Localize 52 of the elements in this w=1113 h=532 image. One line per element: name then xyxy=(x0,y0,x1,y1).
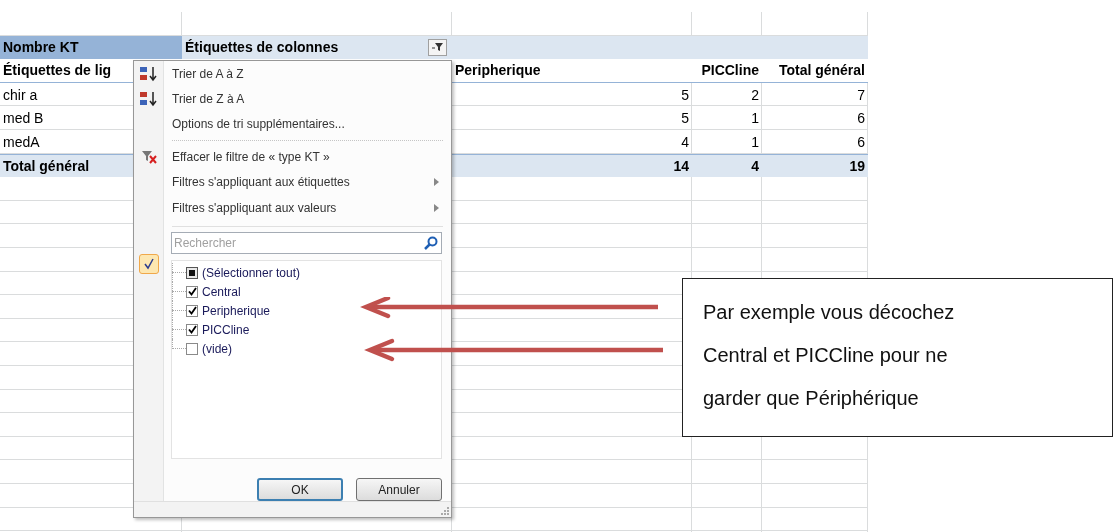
menu-item[interactable]: Effacer le filtre de « type KT » xyxy=(164,149,451,164)
column-header: Peripherique xyxy=(455,62,541,79)
submenu-item[interactable]: Filtres s'appliquant aux étiquettes xyxy=(164,175,434,190)
table-cell: 7 xyxy=(857,86,865,103)
table-cell: medA xyxy=(3,133,40,150)
table-cell: 5 xyxy=(681,110,689,127)
column-header: PICCline xyxy=(701,62,759,79)
sort-ascending-icon xyxy=(139,65,159,82)
submenu-arrow-icon xyxy=(434,178,439,187)
clear-filter-icon xyxy=(141,149,157,164)
filter-button[interactable] xyxy=(428,38,447,56)
total-cell: Total général xyxy=(3,157,90,174)
submenu-item[interactable]: Filtres s'appliquant aux valeurs xyxy=(164,200,434,215)
table-cell: 6 xyxy=(857,110,865,127)
check-icon xyxy=(139,254,159,275)
cancel-button[interactable]: Annuler xyxy=(356,478,442,502)
table-cell: 1 xyxy=(751,133,759,150)
checkbox[interactable] xyxy=(186,323,198,336)
menu-item[interactable]: Options de tri supplémentaires... xyxy=(164,117,451,132)
menu-item[interactable]: Trier de Z à A xyxy=(164,92,451,107)
table-header: Étiquettes de lig xyxy=(3,62,112,79)
checkbox[interactable] xyxy=(186,304,198,317)
total-cell: 4 xyxy=(751,157,759,174)
search-field[interactable]: Rechercher xyxy=(171,232,442,255)
checkbox[interactable] xyxy=(186,285,198,298)
menu-item[interactable]: Trier de A à Z xyxy=(164,66,451,81)
table-header: Nombre KT xyxy=(3,39,79,56)
table-cell: 2 xyxy=(751,86,759,103)
total-cell: 14 xyxy=(673,157,689,174)
column-header: Total général xyxy=(778,62,865,79)
search-icon xyxy=(424,236,438,251)
value-label: (vide) xyxy=(201,341,232,356)
submenu-arrow-icon xyxy=(434,203,439,212)
table-cell: chir a xyxy=(3,86,38,103)
value-label: Peripherique xyxy=(201,303,271,318)
sort-descending-icon xyxy=(139,91,159,108)
table-cell: 1 xyxy=(751,110,759,127)
table-cell: 4 xyxy=(681,133,689,150)
table-cell: 6 xyxy=(857,133,865,150)
resize-grip-icon xyxy=(441,507,449,516)
ok-button[interactable]: OK xyxy=(257,478,343,502)
checkbox[interactable] xyxy=(186,342,198,355)
table-cell: med B xyxy=(3,110,44,127)
total-cell: 19 xyxy=(849,157,865,174)
value-label: Central xyxy=(201,284,241,299)
checkbox[interactable] xyxy=(186,266,198,279)
callout-text: Par exemple vous décochez Central et PICCline pour ne garder que Périphérique xyxy=(703,300,956,411)
table-header: Étiquettes de colonnes xyxy=(185,39,339,56)
table-cell: 5 xyxy=(681,86,689,103)
value-label: PICCline xyxy=(201,322,250,337)
value-label: (Sélectionner tout) xyxy=(201,265,301,280)
filter-icon xyxy=(431,42,444,53)
